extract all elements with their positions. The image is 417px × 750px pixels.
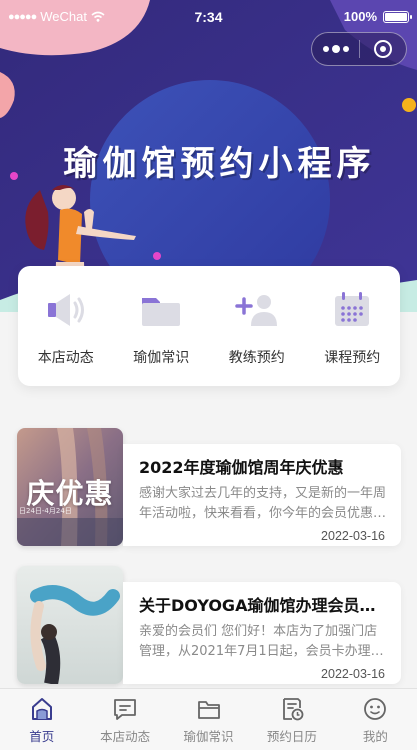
miniprogram-capsule [311, 32, 407, 66]
status-bar: ●●●●● WeChat 7:34 100% [0, 0, 417, 36]
close-circle-icon [373, 40, 392, 58]
battery-icon [383, 10, 412, 23]
article-description: 感谢大家过去几年的支持，又是新的一年周年活动啦，快来看看，你今年的会员优惠活动吧 [139, 486, 387, 521]
tab-booking-calendar[interactable]: 预约日历 [250, 689, 333, 750]
tab-mine[interactable]: 我的 [334, 689, 417, 750]
tab-store-news[interactable]: 本店动态 [83, 689, 166, 750]
article-body: 关于DOYOGA瑜伽馆办理会员卡的通知 亲爱的会员们 您们好！本店为了加强门店管… [123, 582, 401, 684]
article-date: 2022-03-16 [321, 667, 385, 681]
article-card[interactable]: 庆优惠 日24日-4月24日 2022年度瑜伽馆周年庆优惠 感谢大家过去几年的支… [17, 428, 401, 546]
tab-label: 首页 [29, 729, 55, 744]
tab-home[interactable]: 首页 [0, 689, 83, 750]
bottom-tab-bar: 首页 本店动态 瑜伽常识 预约日历 我的 [0, 688, 417, 750]
menu-item-course-booking[interactable]: 课程预约 [305, 266, 401, 386]
calendar-icon [330, 288, 374, 332]
face-icon [364, 698, 387, 720]
speaker-icon [44, 288, 88, 332]
tab-label: 我的 [362, 729, 388, 744]
article-thumbnail [17, 566, 123, 684]
add-user-icon [235, 288, 279, 332]
menu-item-coach-booking[interactable]: 教练预约 [209, 266, 305, 386]
article-description: 亲爱的会员们 您们好！本店为了加强门店管理，从2021年7月1日起，会员卡办理需… [139, 624, 384, 659]
tab-label: 预约日历 [266, 729, 317, 744]
tab-label: 瑜伽常识 [183, 729, 234, 744]
home-icon [31, 698, 52, 720]
close-miniprogram-button[interactable] [360, 40, 406, 58]
quick-menu-card: 本店动态 瑜伽常识 教练预约 课程预约 [18, 266, 400, 386]
battery-percent: 100% [343, 9, 377, 24]
menu-item-label: 本店动态 [37, 350, 94, 366]
banner-title: 瑜伽馆预约小程序 [63, 144, 376, 184]
article-date: 2022-03-16 [321, 529, 385, 543]
battery-fill [385, 12, 407, 21]
menu-item-yoga-knowledge[interactable]: 瑜伽常识 [114, 266, 210, 386]
folder-icon [139, 288, 183, 332]
folder-icon [197, 701, 220, 719]
menu-item-store-news[interactable]: 本店动态 [18, 266, 114, 386]
status-right: 100% [343, 9, 412, 24]
tab-yoga-knowledge[interactable]: 瑜伽常识 [167, 689, 250, 750]
menu-item-label: 瑜伽常识 [133, 350, 190, 366]
menu-item-label: 课程预约 [324, 350, 381, 366]
menu-item-label: 教练预约 [228, 350, 285, 366]
article-title: 2022年度瑜伽馆周年庆优惠 [139, 458, 344, 477]
more-menu-button[interactable] [312, 45, 359, 53]
article-body: 2022年度瑜伽馆周年庆优惠 感谢大家过去几年的支持，又是新的一年周年活动啦，快… [123, 444, 401, 546]
thumbnail-date-range: 日24日-4月24日 [19, 507, 72, 515]
calendar-clock-icon [283, 698, 304, 721]
article-title: 关于DOYOGA瑜伽馆办理会员卡的通知 [139, 596, 387, 615]
article-thumbnail: 庆优惠 日24日-4月24日 [17, 428, 123, 546]
tab-label: 本店动态 [100, 729, 151, 744]
article-card[interactable]: 关于DOYOGA瑜伽馆办理会员卡的通知 亲爱的会员们 您们好！本店为了加强门店管… [17, 566, 401, 684]
message-icon [114, 699, 137, 720]
